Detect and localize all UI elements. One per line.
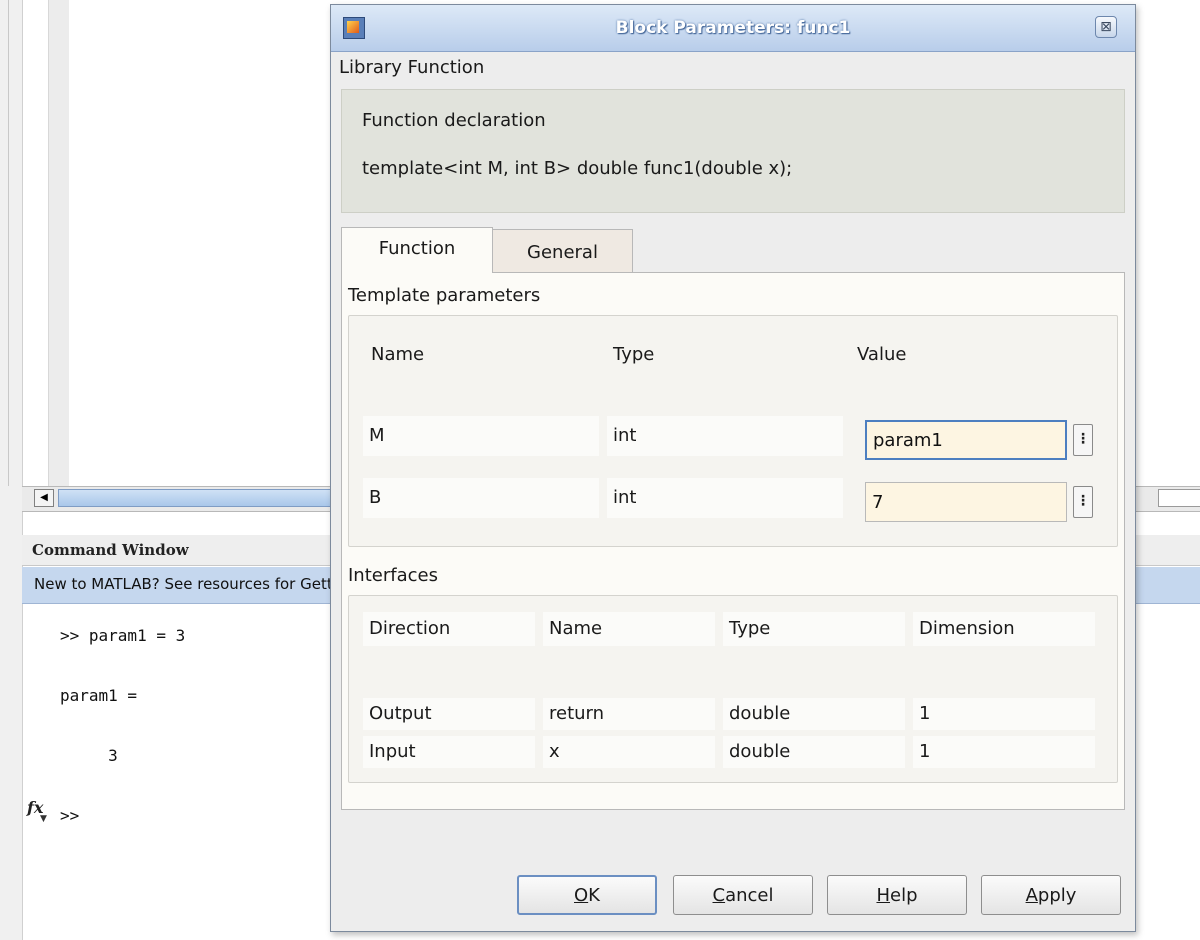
- tab-general[interactable]: General: [493, 229, 633, 273]
- scrollbar-track[interactable]: [1158, 489, 1200, 507]
- cancel-button[interactable]: Cancel: [673, 875, 813, 915]
- left-gutter: [0, 0, 23, 940]
- iface-header-dimension: Dimension: [913, 612, 1095, 646]
- iface-header-direction: Direction: [363, 612, 535, 646]
- param-header-value: Value: [857, 344, 907, 365]
- param-type-b: int: [607, 478, 843, 518]
- interfaces-label: Interfaces: [348, 565, 438, 586]
- ok-mnemonic: O: [574, 884, 589, 906]
- iface-header-type: Type: [723, 612, 905, 646]
- param-name-b: B: [363, 478, 599, 518]
- declaration-text: template<int M, int B> double func1(doub…: [362, 158, 793, 179]
- param-value-m-input[interactable]: [865, 420, 1067, 460]
- ok-label-rest: K: [588, 884, 600, 906]
- apply-mnemonic: A: [1025, 884, 1038, 906]
- tab-function[interactable]: Function: [341, 227, 493, 273]
- help-button[interactable]: Help: [827, 875, 967, 915]
- command-output-varname: param1 =: [60, 686, 138, 705]
- iface-dimension-input: 1: [913, 736, 1095, 768]
- iface-type-output: double: [723, 698, 905, 730]
- iface-name-x: x: [543, 736, 715, 768]
- param-header-type: Type: [613, 344, 655, 365]
- dialog-titlebar[interactable]: Block Parameters: func1 ⊠: [331, 5, 1135, 52]
- command-prompt[interactable]: >>: [60, 806, 79, 825]
- fx-dropdown-arrow-icon[interactable]: ▼: [40, 814, 47, 824]
- param-type-m: int: [607, 416, 843, 456]
- iface-name-return: return: [543, 698, 715, 730]
- library-function-label: Library Function: [339, 57, 485, 78]
- template-parameters-label: Template parameters: [348, 285, 541, 306]
- param-b-more-button[interactable]: ⋮: [1073, 486, 1093, 518]
- cancel-label-rest: ancel: [725, 884, 774, 906]
- apply-button[interactable]: Apply: [981, 875, 1121, 915]
- declaration-title: Function declaration: [362, 110, 546, 131]
- ok-button[interactable]: OK: [517, 875, 657, 915]
- function-declaration-box: Function declaration template<int M, int…: [341, 89, 1125, 213]
- iface-direction-input: Input: [363, 736, 535, 768]
- iface-type-input: double: [723, 736, 905, 768]
- scroll-left-arrow-icon[interactable]: ◀: [34, 489, 54, 507]
- param-m-more-button[interactable]: ⋮: [1073, 424, 1093, 456]
- iface-header-name: Name: [543, 612, 715, 646]
- editor-line-gutter: [48, 0, 69, 486]
- editor-margin-line: [8, 0, 9, 486]
- param-header-name: Name: [371, 344, 425, 365]
- apply-label-rest: pply: [1037, 884, 1077, 906]
- close-icon[interactable]: ⊠: [1095, 16, 1117, 38]
- dialog-title: Block Parameters: func1: [615, 18, 851, 38]
- command-window-title: Command Window: [32, 541, 189, 559]
- command-output-value: 3: [60, 746, 118, 765]
- help-mnemonic: H: [876, 884, 891, 906]
- scrollbar-thumb[interactable]: [58, 489, 358, 507]
- iface-direction-output: Output: [363, 698, 535, 730]
- param-name-m: M: [363, 416, 599, 456]
- help-label-rest: elp: [890, 884, 918, 906]
- iface-dimension-output: 1: [913, 698, 1095, 730]
- cancel-mnemonic: C: [712, 884, 726, 906]
- function-tab-panel: Template parameters Name Type Value M in…: [341, 272, 1125, 810]
- interfaces-group: Direction Name Type Dimension Output ret…: [348, 595, 1118, 783]
- command-line-input: >> param1 = 3: [60, 626, 186, 645]
- block-parameters-dialog: Block Parameters: func1 ⊠ Library Functi…: [330, 4, 1136, 932]
- template-parameters-group: Name Type Value M int ⋮ B int ⋮: [348, 315, 1118, 547]
- param-value-b-input[interactable]: [865, 482, 1067, 522]
